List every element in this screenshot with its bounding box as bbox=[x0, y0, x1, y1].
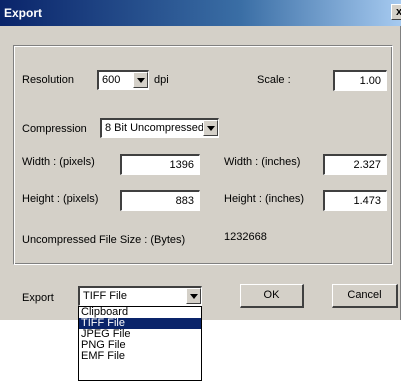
compression-select[interactable]: 8 Bit Uncompressed bbox=[100, 118, 219, 138]
width-pixels-label: Width : (pixels) bbox=[22, 156, 95, 168]
height-inches-field[interactable]: 1.473 bbox=[323, 190, 387, 211]
file-size-label: Uncompressed File Size : (Bytes) bbox=[22, 234, 186, 246]
export-format-select[interactable]: TIFF File bbox=[78, 286, 202, 306]
compression-label: Compression bbox=[22, 123, 87, 135]
export-label: Export bbox=[22, 292, 54, 304]
scale-label: Scale : bbox=[257, 74, 291, 86]
resolution-unit: dpi bbox=[154, 74, 169, 86]
title-bar: Export x bbox=[0, 0, 401, 26]
height-pixels-field[interactable]: 883 bbox=[120, 190, 200, 211]
width-inches-value: 2.327 bbox=[353, 159, 381, 171]
resolution-label: Resolution bbox=[22, 74, 74, 86]
width-inches-label: Width : (inches) bbox=[224, 156, 301, 168]
export-format-value: TIFF File bbox=[83, 290, 127, 302]
scale-value: 1.00 bbox=[359, 75, 381, 87]
scale-field[interactable]: 1.00 bbox=[333, 70, 387, 91]
ok-button[interactable]: OK bbox=[240, 284, 304, 308]
window-title: Export bbox=[4, 6, 43, 20]
resolution-value: 600 bbox=[102, 74, 121, 86]
width-inches-field[interactable]: 2.327 bbox=[323, 154, 387, 175]
resolution-select[interactable]: 600 bbox=[97, 70, 149, 90]
export-format-list[interactable]: Clipboard TIFF File JPEG File PNG File E… bbox=[78, 306, 202, 381]
width-pixels-field[interactable]: 1396 bbox=[120, 154, 200, 175]
height-pixels-value: 883 bbox=[175, 195, 194, 207]
close-icon[interactable]: x bbox=[391, 4, 401, 20]
width-pixels-value: 1396 bbox=[169, 159, 194, 171]
chevron-down-icon[interactable] bbox=[203, 120, 218, 136]
chevron-down-icon[interactable] bbox=[186, 288, 201, 304]
height-inches-value: 1.473 bbox=[353, 195, 381, 207]
height-pixels-label: Height : (pixels) bbox=[22, 193, 99, 205]
list-item[interactable]: EMF File bbox=[79, 351, 201, 362]
file-size-value: 1232668 bbox=[224, 231, 267, 243]
cancel-button[interactable]: Cancel bbox=[332, 284, 398, 308]
chevron-down-icon[interactable] bbox=[133, 72, 148, 88]
export-dialog: Export x Resolution 600 dpi Scale : 1.00… bbox=[0, 0, 401, 320]
compression-value: 8 Bit Uncompressed bbox=[105, 122, 205, 134]
height-inches-label: Height : (inches) bbox=[224, 193, 305, 205]
